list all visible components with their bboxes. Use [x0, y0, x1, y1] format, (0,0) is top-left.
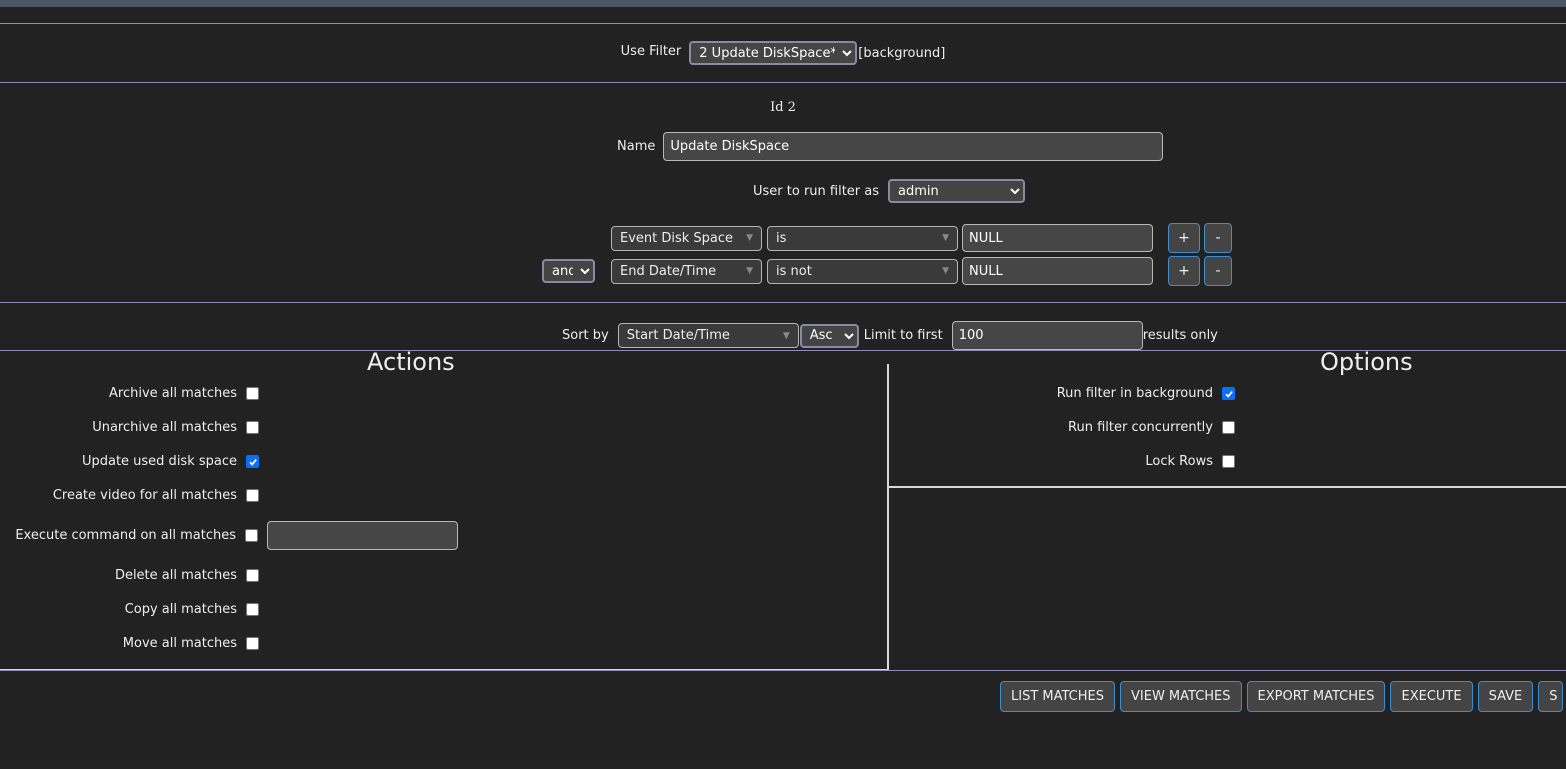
- action-checkbox[interactable]: [245, 529, 258, 542]
- options-title: Options: [1320, 348, 1413, 376]
- action-checkbox[interactable]: [246, 637, 259, 650]
- term-conjunction-select[interactable]: and: [542, 259, 595, 283]
- name-input[interactable]: [663, 132, 1164, 161]
- export-matches-button[interactable]: EXPORT MATCHES: [1246, 681, 1386, 712]
- action-checkbox[interactable]: [246, 603, 259, 616]
- user-label: User to run filter as: [753, 183, 880, 199]
- remove-term-button[interactable]: -: [1204, 256, 1232, 286]
- view-matches-button[interactable]: VIEW MATCHES: [1120, 681, 1242, 712]
- option-checkbox[interactable]: [1222, 421, 1235, 434]
- term-value-input[interactable]: [962, 224, 1153, 252]
- action-row: Archive all matches: [109, 386, 259, 401]
- sort-direction-select[interactable]: Asc: [799, 323, 859, 348]
- action-label: Unarchive all matches: [92, 420, 237, 435]
- term-operator-select[interactable]: is not ▼: [767, 258, 958, 284]
- limit-input[interactable]: [951, 321, 1143, 350]
- list-matches-button[interactable]: LIST MATCHES: [1000, 681, 1115, 712]
- option-checkbox[interactable]: [1222, 387, 1235, 400]
- action-row: Unarchive all matches: [92, 420, 259, 435]
- dropdown-arrow-icon: ▼: [942, 266, 949, 276]
- command-input[interactable]: [267, 521, 458, 550]
- separator: [0, 23, 1566, 24]
- use-filter-label: Use Filter: [620, 43, 682, 59]
- add-term-button[interactable]: +: [1168, 223, 1200, 253]
- dropdown-arrow-icon: ▼: [782, 330, 790, 341]
- action-row: Create video for all matches: [53, 488, 259, 503]
- action-label: Delete all matches: [114, 568, 237, 583]
- action-label: Copy all matches: [124, 602, 237, 617]
- action-checkbox[interactable]: [246, 569, 259, 582]
- action-row: Move all matches: [123, 636, 259, 651]
- action-row: Update used disk space: [82, 454, 259, 469]
- limit-suffix: results only: [1142, 328, 1218, 343]
- separator: [0, 670, 1566, 671]
- action-label: Execute command on all matches: [15, 528, 236, 543]
- sort-field-select[interactable]: Start Date/Time ▼: [617, 323, 799, 348]
- action-label: Move all matches: [122, 636, 237, 651]
- action-row: Execute command on all matches: [15, 521, 458, 550]
- dropdown-arrow-icon: ▼: [942, 233, 949, 243]
- option-label: Run filter in background: [1056, 386, 1213, 401]
- option-row: Run filter in background: [1057, 386, 1235, 401]
- dropdown-arrow-icon: ▼: [746, 233, 753, 243]
- user-select[interactable]: admin: [888, 179, 1026, 203]
- divider: [887, 364, 889, 670]
- term-operator-select[interactable]: is ▼: [767, 225, 958, 251]
- option-row: Lock Rows: [1145, 454, 1235, 469]
- remove-term-button[interactable]: -: [1204, 223, 1232, 253]
- action-checkbox[interactable]: [246, 489, 259, 502]
- add-term-button[interactable]: +: [1168, 256, 1200, 286]
- sort-row: Sort by Start Date/Time ▼ Asc Limit to fi…: [562, 321, 1218, 350]
- filter-term-row: and End Date/Time▼ is not▼ + -: [542, 256, 1232, 286]
- separator: [0, 302, 1566, 303]
- background-indicator: [background]: [858, 45, 946, 61]
- term-attribute-select[interactable]: Event Disk Space ▼: [611, 225, 762, 251]
- sort-label: Sort by: [562, 328, 609, 343]
- filter-term-row: Event Disk Space▼ is▼ + -: [611, 223, 1232, 253]
- filter-selector-row: Use Filter 2 Update DiskSpace* [backgrou…: [0, 40, 1566, 66]
- action-checkbox[interactable]: [246, 455, 259, 468]
- button-bar: LIST MATCHES VIEW MATCHES EXPORT MATCHES…: [1000, 681, 1563, 712]
- action-label: Create video for all matches: [52, 488, 237, 503]
- action-row: Delete all matches: [115, 568, 259, 583]
- separator: [0, 82, 1566, 83]
- option-label: Run filter concurrently: [1068, 420, 1213, 435]
- action-checkbox[interactable]: [246, 387, 259, 400]
- user-row: User to run filter as admin: [753, 179, 1026, 203]
- term-attribute-select[interactable]: End Date/Time ▼: [611, 258, 762, 284]
- actions-title: Actions: [367, 348, 455, 376]
- filter-id: Id 2: [770, 99, 796, 115]
- limit-label: Limit to first: [863, 328, 943, 343]
- action-row: Copy all matches: [125, 602, 259, 617]
- action-label: Archive all matches: [109, 386, 237, 401]
- option-checkbox[interactable]: [1222, 455, 1235, 468]
- option-label: Lock Rows: [1145, 454, 1213, 469]
- save-button[interactable]: SAVE: [1477, 681, 1534, 712]
- dropdown-arrow-icon: ▼: [746, 266, 753, 276]
- name-label: Name: [617, 139, 656, 154]
- option-row: Run filter concurrently: [1068, 420, 1235, 435]
- save-as-button[interactable]: S: [1538, 681, 1563, 712]
- name-row: Name: [617, 132, 1164, 161]
- divider: [887, 486, 1566, 488]
- filter-select[interactable]: 2 Update DiskSpace*: [689, 41, 858, 65]
- execute-button[interactable]: EXECUTE: [1390, 681, 1473, 712]
- top-bar: [0, 0, 1566, 7]
- action-label: Update used disk space: [81, 454, 237, 469]
- action-checkbox[interactable]: [246, 421, 259, 434]
- term-value-input[interactable]: [962, 257, 1153, 285]
